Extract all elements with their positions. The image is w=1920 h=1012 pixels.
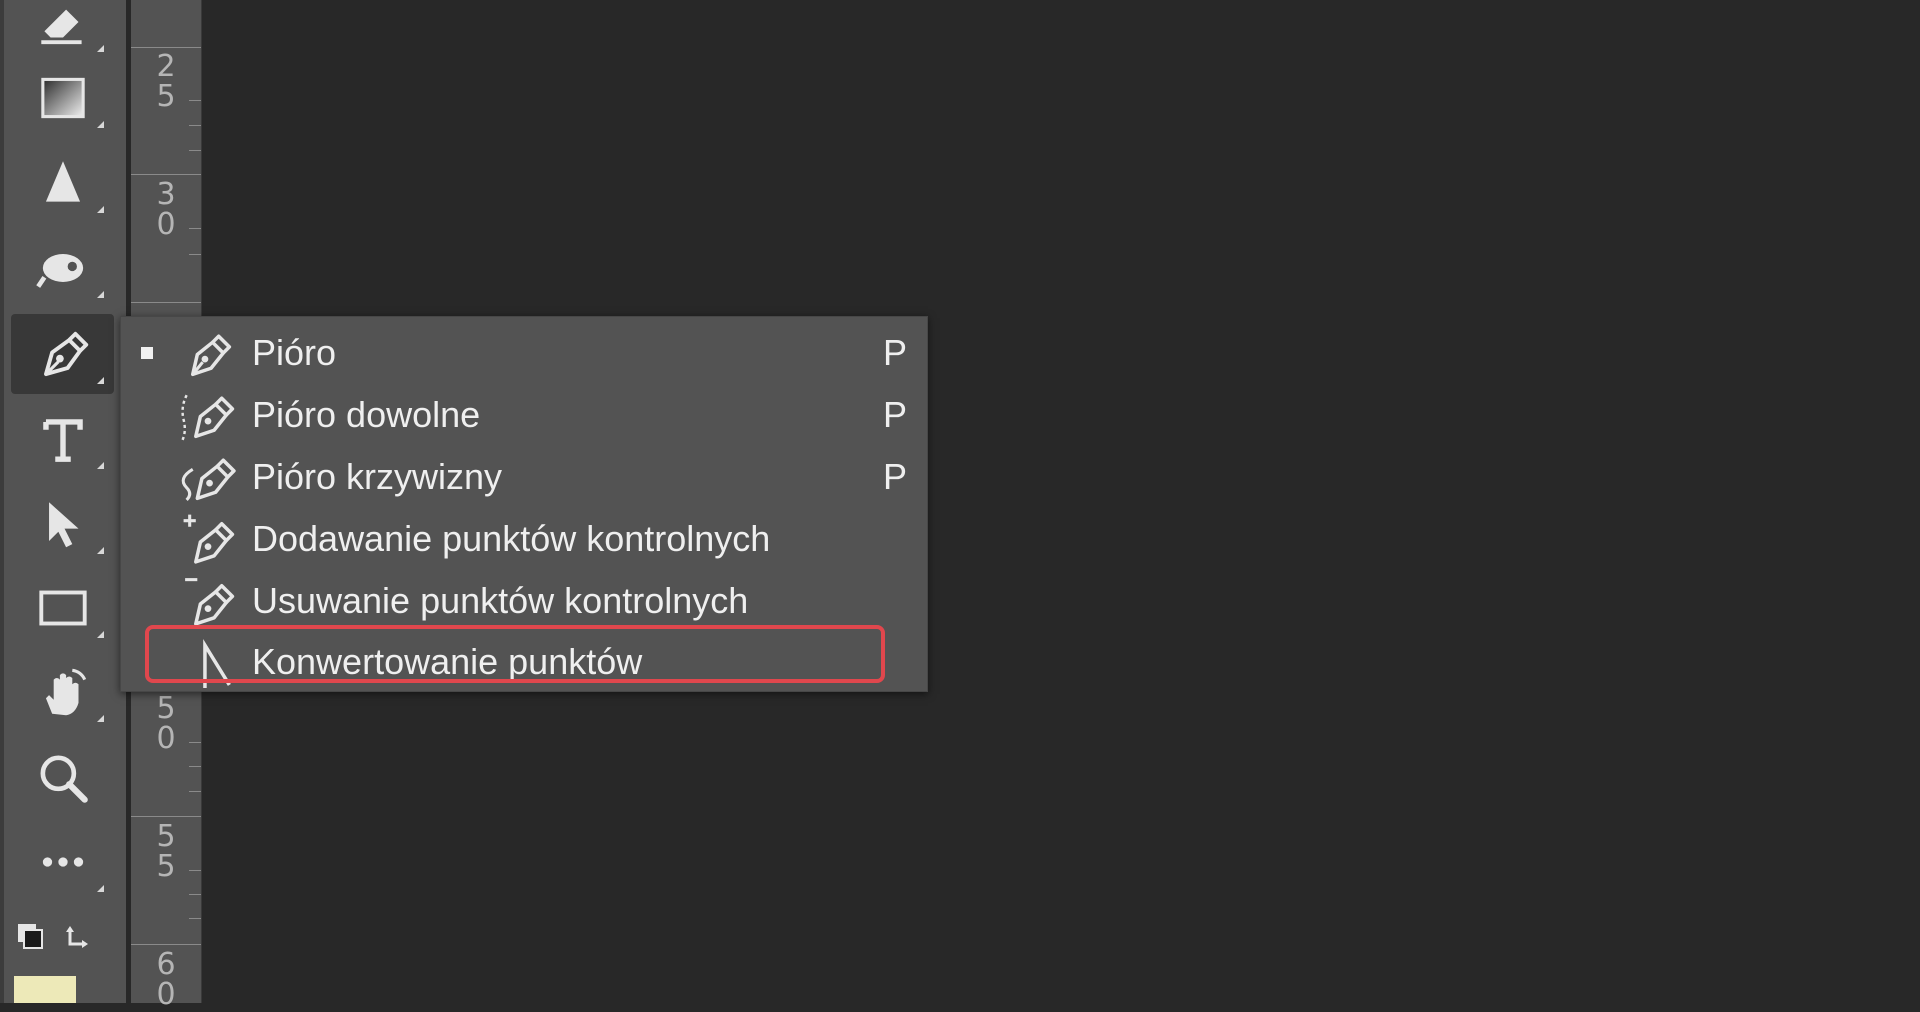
pen-icon: [190, 334, 232, 377]
menu-item-label: Pióro: [252, 332, 337, 373]
gradient-icon: [40, 77, 85, 119]
ruler-tick: [189, 766, 201, 767]
delete-anchor-point-icon: [185, 578, 235, 626]
ruler-tick: [189, 228, 201, 229]
menu-item-label: Pióro krzywizny: [252, 456, 503, 497]
blur-tool[interactable]: [11, 143, 114, 223]
menu-item-shortcut: P: [882, 394, 907, 435]
ruler-tick: [189, 894, 201, 895]
tools-panel: [0, 0, 126, 1003]
add-anchor-point-icon: [183, 514, 235, 564]
rectangle-icon: [38, 590, 87, 626]
gradient-tool[interactable]: [11, 58, 114, 138]
eraser-icon: [40, 9, 82, 45]
more-icon: [42, 857, 83, 867]
rectangle-tool[interactable]: [11, 568, 114, 648]
submenu-indicator: [97, 547, 104, 554]
ruler-label: 60: [156, 947, 176, 1012]
submenu-indicator: [97, 462, 104, 469]
submenu-indicator: [97, 45, 104, 52]
zoom-icon: [40, 755, 88, 803]
submenu-indicator: [97, 715, 104, 722]
ruler-tick: [189, 254, 201, 255]
hand-tool[interactable]: [11, 652, 114, 732]
pen-tools-flyout-menu: Pióro P Pióro dowolne P Pióro krzywizny …: [120, 316, 928, 692]
blur-icon: [45, 161, 80, 202]
pen-icon: [43, 331, 88, 377]
ruler-tick: [131, 302, 201, 303]
submenu-indicator: [97, 377, 104, 384]
eraser-tool[interactable]: [11, 0, 114, 62]
ruler-label: 55: [156, 819, 176, 884]
type-icon: [42, 419, 83, 462]
submenu-indicator: [97, 885, 104, 892]
ruler-tick: [189, 742, 201, 743]
ruler-tick: [189, 125, 201, 126]
curvature-pen-icon: [181, 458, 236, 501]
menu-item-add-anchor-point[interactable]: Dodawanie punktów kontrolnych: [121, 508, 927, 570]
freeform-pen-icon: [180, 394, 235, 442]
ruler-tick: [131, 816, 201, 817]
menu-item-delete-anchor-point[interactable]: Usuwanie punktów kontrolnych: [121, 570, 927, 632]
zoom-tool[interactable]: [11, 738, 114, 818]
ruler-tick: [131, 944, 201, 945]
menu-item-pen[interactable]: Pióro P: [121, 322, 927, 384]
ruler-tick: [189, 791, 201, 792]
menu-item-curvature-pen[interactable]: Pióro krzywizny P: [121, 446, 927, 508]
ruler-tick: [189, 870, 201, 871]
ruler-tick: [189, 100, 201, 101]
color-swatches: [14, 924, 88, 1003]
panel-edge: [0, 0, 4, 1003]
edit-toolbar[interactable]: [11, 822, 114, 902]
hand-icon: [45, 668, 86, 716]
submenu-indicator: [97, 291, 104, 298]
pen-tool[interactable]: [11, 314, 114, 394]
menu-item-freeform-pen[interactable]: Pióro dowolne P: [121, 384, 927, 446]
ruler-tick: [189, 918, 201, 919]
dodge-tool[interactable]: [11, 228, 114, 308]
submenu-indicator: [97, 631, 104, 638]
highlight-annotation-box: [145, 625, 885, 683]
foreground-color-swatch[interactable]: [14, 976, 76, 1003]
menu-item-shortcut: P: [882, 332, 907, 373]
menu-item-label: Usuwanie punktów kontrolnych: [252, 580, 749, 621]
ruler-label: 50: [156, 691, 176, 756]
default-colors-icon[interactable]: [18, 924, 43, 949]
swap-colors-icon[interactable]: [66, 926, 88, 948]
ruler-label: 30: [156, 177, 176, 242]
ruler-tick: [189, 150, 201, 151]
menu-item-label: Dodawanie punktów kontrolnych: [252, 518, 771, 559]
ruler-tick: [131, 174, 201, 175]
ruler-tick: [131, 47, 201, 48]
path-selection-icon: [48, 502, 78, 548]
menu-item-label: Pióro dowolne: [252, 394, 481, 435]
type-tool[interactable]: [11, 399, 114, 479]
ruler-label: 25: [156, 49, 176, 114]
dodge-icon: [35, 254, 83, 288]
menu-item-shortcut: P: [882, 456, 907, 497]
path-selection-tool[interactable]: [11, 484, 114, 564]
submenu-indicator: [97, 206, 104, 213]
selected-bullet-icon: [141, 347, 153, 359]
submenu-indicator: [97, 121, 104, 128]
